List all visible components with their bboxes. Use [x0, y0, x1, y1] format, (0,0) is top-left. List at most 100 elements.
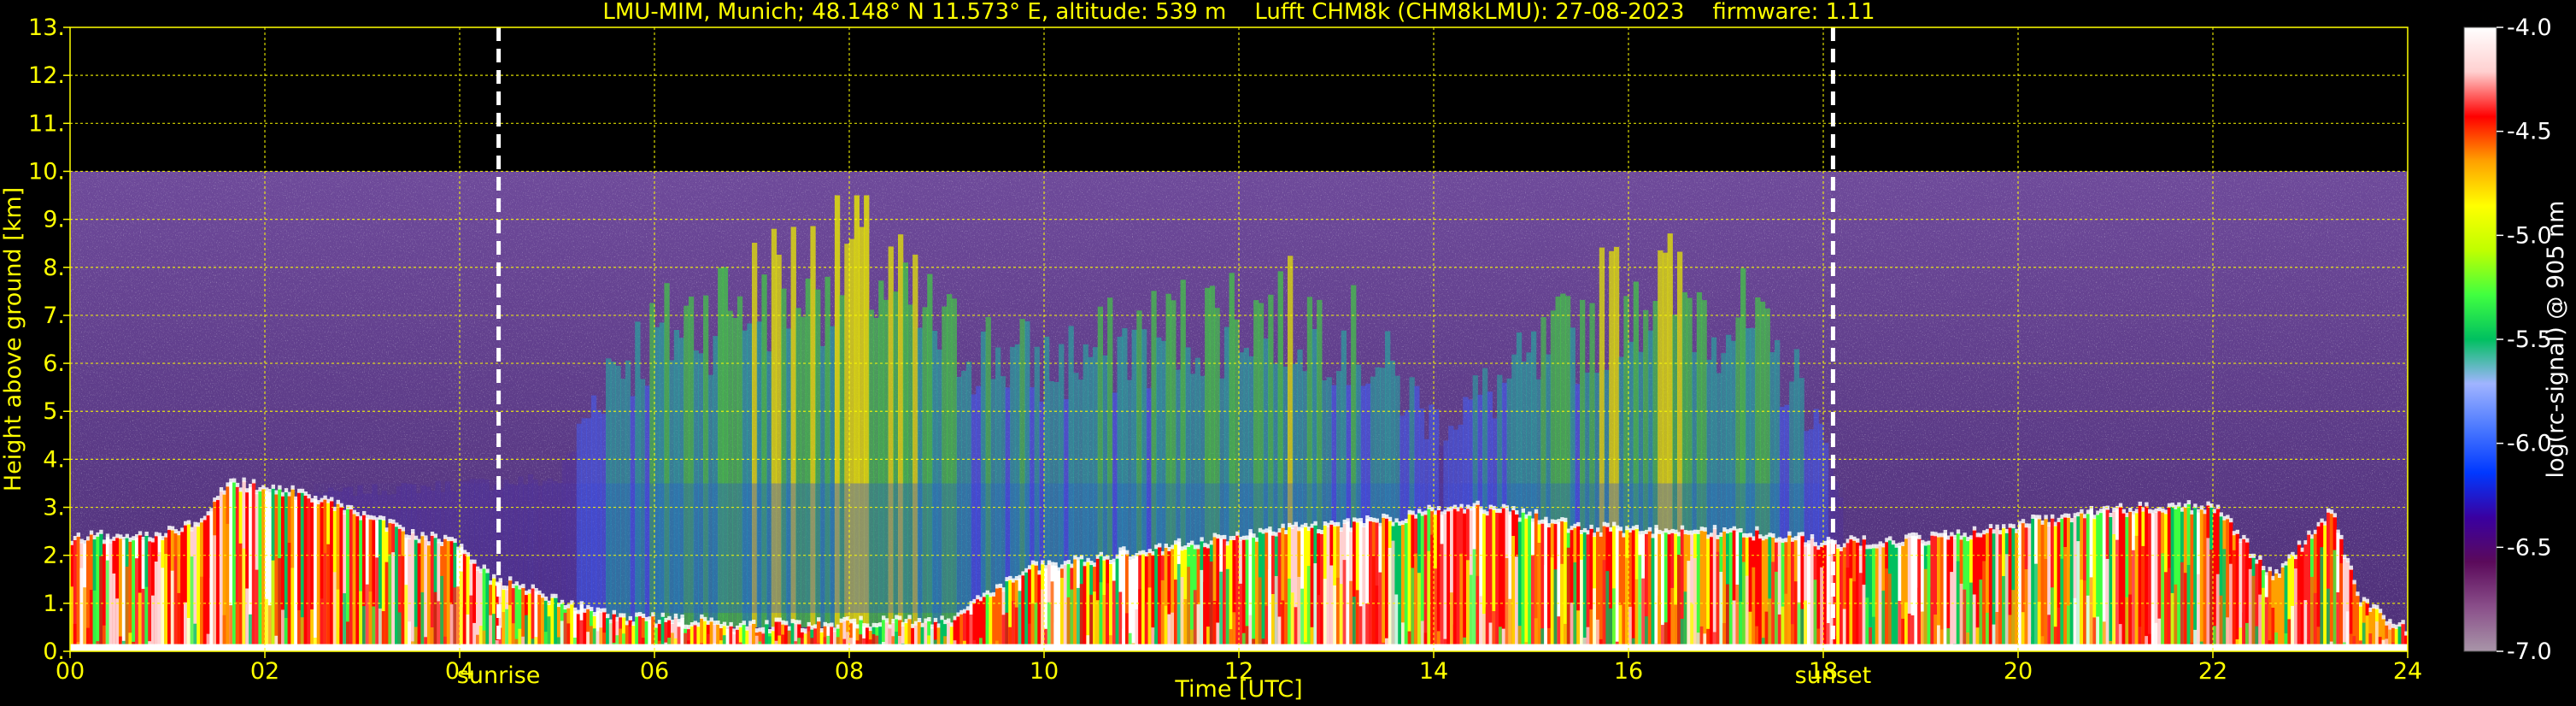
boundary-layer-column: [1463, 512, 1467, 651]
boundary-layer-top: [128, 537, 132, 542]
boundary-layer-column: [1710, 536, 1714, 651]
boundary-layer-column: [1288, 579, 1292, 651]
boundary-layer-top: [801, 627, 805, 632]
boundary-layer-column: [1687, 561, 1691, 651]
boundary-layer-top: [2242, 534, 2246, 539]
boundary-layer-top: [599, 608, 603, 613]
boundary-layer-top: [784, 621, 789, 626]
boundary-layer-top: [1288, 522, 1292, 527]
boundary-layer-top: [1670, 528, 1675, 533]
boundary-layer-top: [1106, 555, 1110, 560]
boundary-layer-column: [2063, 547, 2068, 651]
boundary-layer-column: [1284, 576, 1288, 651]
boundary-layer-top: [1196, 544, 1200, 550]
boundary-layer-column: [2051, 587, 2055, 651]
boundary-layer-top: [2372, 604, 2376, 609]
boundary-layer-column: [2327, 588, 2331, 651]
boundary-layer-top: [326, 498, 331, 503]
boundary-layer-top: [1329, 521, 1334, 525]
boundary-layer-top: [531, 584, 535, 589]
boundary-layer-top: [635, 612, 639, 617]
boundary-layer-top: [1333, 521, 1337, 527]
aerosol-lower-column: [834, 483, 841, 614]
boundary-layer-top: [570, 600, 574, 605]
boundary-layer-column: [1300, 588, 1305, 651]
boundary-layer-column: [2339, 563, 2344, 651]
boundary-layer-column: [1466, 560, 1470, 651]
boundary-layer-top: [1528, 511, 1532, 516]
boundary-layer-column: [1615, 528, 1620, 651]
boundary-layer-column: [1745, 575, 1750, 651]
boundary-layer-top: [1810, 534, 1815, 538]
boundary-layer-column: [326, 544, 331, 651]
boundary-layer-top: [2051, 514, 2055, 519]
boundary-layer-top: [622, 613, 626, 618]
boundary-layer-column: [1018, 591, 1022, 651]
boundary-layer-column: [232, 562, 237, 651]
boundary-layer-top: [2203, 509, 2207, 515]
boundary-layer-top: [1553, 520, 1558, 525]
boundary-layer-top: [1200, 537, 1204, 542]
boundary-layer-top: [427, 541, 431, 546]
aerosol-lower-column: [917, 483, 924, 614]
aerosol-lower-column: [839, 483, 845, 614]
boundary-layer-column: [1115, 557, 1119, 651]
boundary-layer-column: [2148, 512, 2152, 651]
boundary-layer-top: [752, 620, 756, 624]
boundary-layer-top: [1203, 543, 1207, 548]
boundary-layer-top: [719, 624, 724, 628]
boundary-layer-top: [956, 612, 960, 617]
boundary-layer-top: [774, 617, 778, 622]
boundary-layer-top: [1953, 534, 1957, 539]
boundary-layer-top: [1109, 560, 1113, 564]
aerosol-lower-column: [961, 483, 967, 614]
ceilometer-chart: sunrise sunset 00 02 04 06 08 10 12 14 16 18 20 22 24…: [0, 0, 2569, 703]
boundary-layer-column: [554, 597, 558, 651]
boundary-layer-column: [1012, 601, 1016, 651]
boundary-layer-top: [823, 621, 827, 627]
boundary-layer-top: [1966, 537, 1970, 542]
boundary-layer-top: [1212, 532, 1217, 538]
boundary-layer-top: [612, 609, 616, 615]
boundary-layer-top: [1515, 510, 1519, 515]
boundary-layer-top: [2138, 501, 2142, 506]
boundary-layer-top: [2255, 559, 2259, 564]
boundary-layer-top: [1914, 532, 1918, 538]
aerosol-lower-column: [620, 483, 626, 614]
boundary-layer-column: [982, 596, 987, 651]
boundary-layer-column: [1726, 584, 1730, 651]
boundary-layer-top: [518, 585, 522, 590]
boundary-layer-top: [1998, 530, 2003, 535]
boundary-layer-column: [1297, 576, 1301, 651]
boundary-layer-top: [842, 616, 847, 621]
boundary-layer-column: [1268, 569, 1272, 651]
boundary-layer-top: [1739, 528, 1743, 532]
boundary-layer-top: [819, 628, 824, 632]
boundary-layer-top: [2352, 580, 2356, 585]
boundary-layer-column: [2024, 569, 2028, 651]
boundary-layer-top: [1472, 503, 1476, 508]
colorbar-tick-label: -6.5: [2507, 534, 2552, 561]
boundary-layer-column: [79, 568, 84, 651]
boundary-layer-column: [1423, 514, 1428, 651]
boundary-layer-top: [884, 618, 889, 623]
boundary-layer-column: [1427, 550, 1431, 651]
aerosol-lower-column: [854, 483, 860, 614]
boundary-layer-top: [2356, 591, 2360, 597]
boundary-layer-top: [408, 535, 412, 540]
boundary-layer-top: [543, 596, 549, 601]
boundary-layer-column: [2121, 571, 2126, 651]
y-tick-label: 1.: [43, 591, 65, 617]
boundary-layer-top: [2037, 515, 2042, 520]
boundary-layer-top: [807, 621, 811, 627]
boundary-layer-top: [141, 537, 145, 541]
chart-title: LMU-MIM, Munich; 48.148° N 11.573° E, al…: [602, 0, 1875, 25]
boundary-layer-top: [1930, 531, 1934, 536]
boundary-layer-top: [476, 566, 480, 571]
aerosol-lower-column: [557, 484, 562, 614]
boundary-layer-column: [1865, 597, 1869, 651]
boundary-layer-column: [287, 543, 291, 651]
boundary-layer-top: [1988, 524, 1993, 529]
boundary-layer-column: [1836, 548, 1840, 651]
boundary-layer-column: [1732, 600, 1736, 651]
